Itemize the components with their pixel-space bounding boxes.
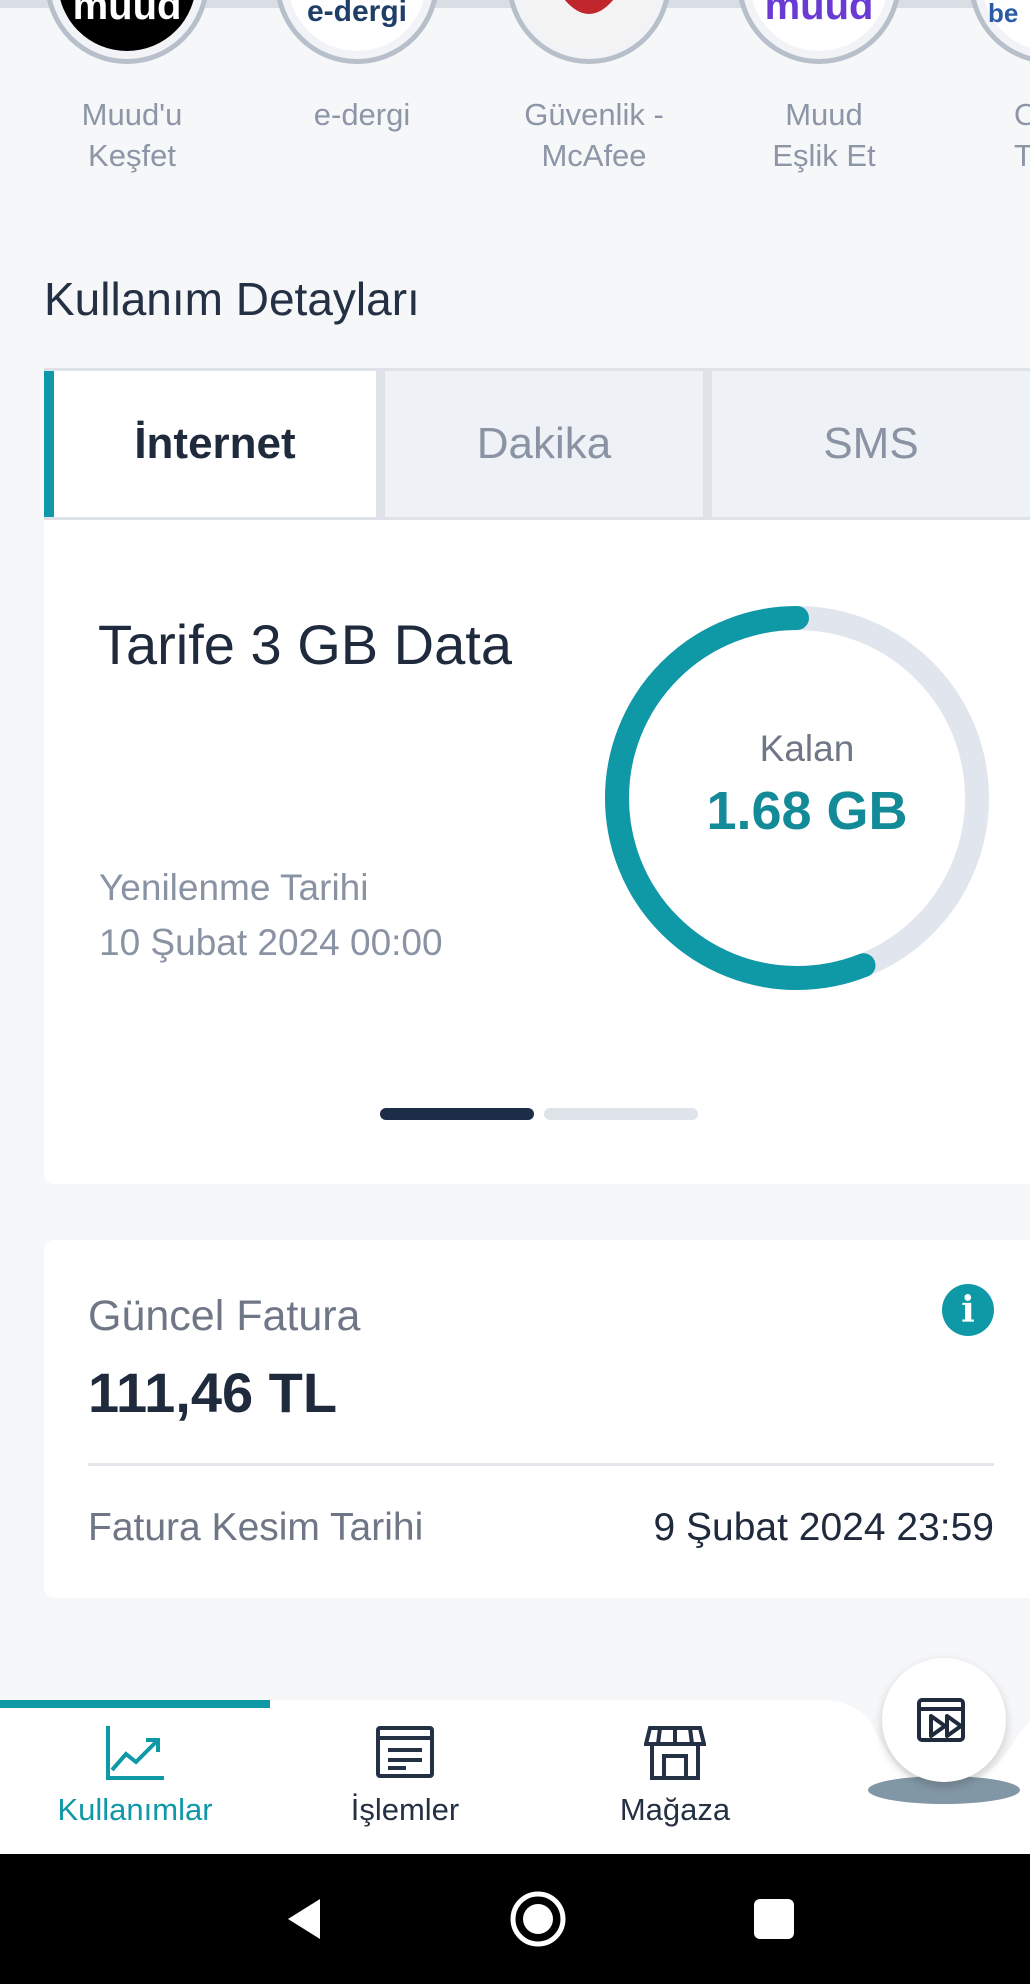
gauge-text: Kalan 1.68 GB [604, 600, 1010, 1000]
home-button[interactable] [478, 1854, 598, 1984]
tab-internet[interactable]: İnternet [44, 371, 376, 517]
muud-logo: muud [764, 0, 874, 28]
bill-card[interactable]: Güncel Fatura 111,46 TL i Fatura Kesim T… [44, 1240, 1030, 1598]
media-fab-button[interactable] [882, 1658, 1006, 1782]
story-label: e-dergi [313, 97, 411, 132]
mcafee-shield-icon [564, 0, 614, 14]
bottom-nav: Kullanımlar İşlemler Mağaza [0, 1700, 1030, 1854]
bill-label: Güncel Fatura [88, 1292, 361, 1340]
nav-magaza[interactable]: Mağaza [540, 1724, 810, 1828]
story-avatar[interactable]: muud [45, 0, 209, 64]
nav-label: Kullanımlar [57, 1792, 213, 1827]
nav-active-indicator [0, 1700, 270, 1708]
tab-sms[interactable]: SMS [712, 371, 1030, 517]
recents-icon [754, 1899, 794, 1939]
play-media-icon [917, 1698, 965, 1742]
pager-dot-active[interactable] [380, 1108, 534, 1120]
stories-row[interactable]: muud Muud'u Keşfet e-dergi e-dergi Güven… [0, 0, 1030, 190]
gauge-value: 1.68 GB [706, 781, 908, 841]
story-label: Güvenlik - McAfee [524, 97, 664, 173]
tab-divider [376, 371, 385, 517]
tab-divider [703, 371, 712, 517]
tab-dakika[interactable]: Dakika [385, 371, 703, 517]
story-label: O Te [1014, 97, 1030, 173]
pager-dot[interactable] [544, 1108, 698, 1120]
muud-logo: muud [72, 0, 182, 28]
info-icon[interactable]: i [942, 1284, 994, 1336]
store-icon [644, 1726, 706, 1780]
section-title: Kullanım Detayları [44, 273, 420, 325]
bill-cut-label: Fatura Kesim Tarihi [88, 1506, 424, 1549]
chart-icon [106, 1726, 164, 1780]
system-nav-bar [0, 1854, 1030, 1984]
home-icon [510, 1891, 566, 1947]
gauge-label: Kalan [759, 728, 855, 769]
back-button[interactable] [244, 1854, 364, 1984]
usage-card[interactable]: Tarife 3 GB Data Yenilenme Tarihi 10 Şub… [44, 520, 1030, 1184]
nav-kullanimlar[interactable]: Kullanımlar [0, 1724, 270, 1828]
story-label: Muud Eşlik Et [772, 97, 876, 173]
story-logo: be [988, 0, 1019, 28]
bill-cut-date: 9 Şubat 2024 23:59 [653, 1506, 994, 1549]
nav-islemler[interactable]: İşlemler [270, 1724, 540, 1828]
story-label: Muud'u Keşfet [81, 97, 183, 173]
nav-label: İşlemler [350, 1792, 460, 1827]
back-icon [288, 1899, 320, 1939]
plan-name: Tarife 3 GB Data [98, 613, 512, 676]
story-avatar[interactable]: muud [737, 0, 901, 64]
nav-label: Mağaza [619, 1792, 731, 1827]
usage-tabs: İnternet Dakika SMS [44, 368, 1030, 520]
renewal-date: 10 Şubat 2024 00:00 [99, 922, 443, 963]
renewal-label: Yenilenme Tarihi [99, 867, 369, 908]
document-icon [376, 1726, 434, 1778]
bill-amount: 111,46 TL [88, 1361, 338, 1424]
story-avatar[interactable]: be [969, 0, 1030, 64]
story-avatar[interactable]: e-dergi [275, 0, 439, 64]
story-avatar[interactable] [507, 0, 671, 64]
recents-button[interactable] [714, 1854, 834, 1984]
e-dergi-logo: e-dergi [306, 0, 408, 28]
divider [88, 1463, 994, 1466]
